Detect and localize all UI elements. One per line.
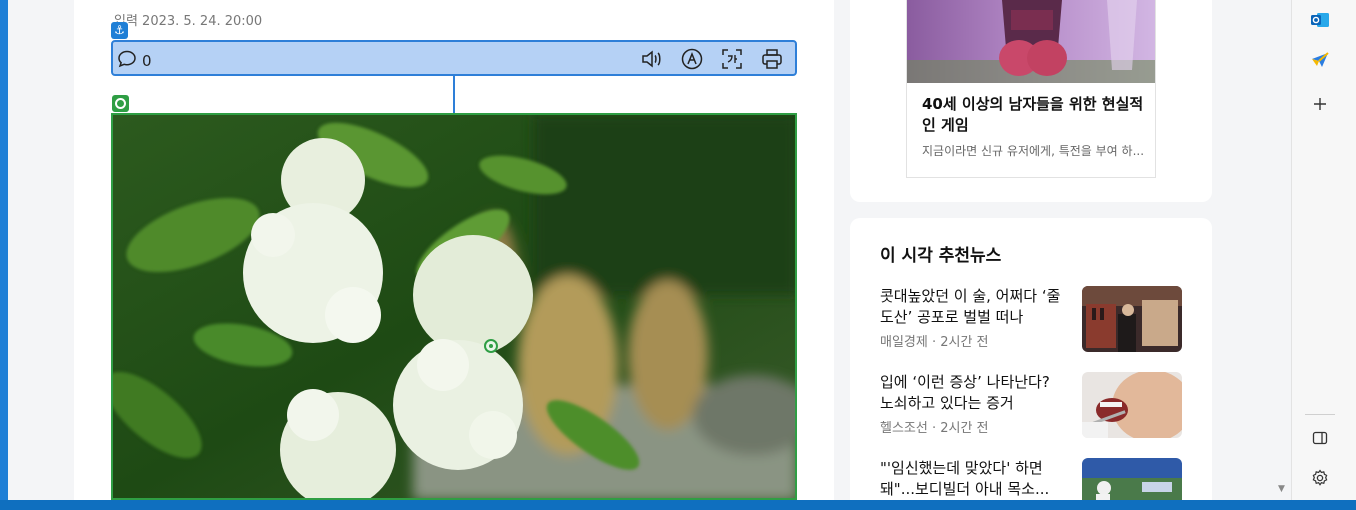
ad-link[interactable]: 40세 이상의 남자들을 위한 현실적인 게임 지금이라면 신규 유저에게, 특… <box>906 0 1156 178</box>
article-column: 입력 2023. 5. 24. 20:00 ⚓ 0 <box>74 0 834 500</box>
sidebar-toggle-icon[interactable] <box>1308 426 1332 450</box>
ad-title: 40세 이상의 남자들을 위한 현실적인 게임 <box>922 95 1144 134</box>
target-icon <box>112 95 129 112</box>
comment-icon <box>117 49 137 73</box>
window-frame-bottom <box>0 500 1356 510</box>
ad-image <box>907 0 1155 83</box>
browser-sidebar <box>1291 0 1356 500</box>
news-thumbnail <box>1082 286 1182 352</box>
news-item[interactable]: 콧대높았던 이 술, 어쩌다 ‘줄도산’ 공포로 벌벌 떠나 매일경제 · 2시… <box>880 286 1182 354</box>
news-thumbnail <box>1082 372 1182 438</box>
news-title: 콧대높았던 이 술, 어쩌다 ‘줄도산’ 공포로 벌벌 떠나 <box>880 287 1061 326</box>
sidebar-divider <box>1305 414 1335 415</box>
window-frame-left <box>0 0 8 510</box>
scroll-down-arrow-icon[interactable]: ▼ <box>1278 484 1285 494</box>
news-heading: 이 시각 추천뉴스 <box>880 246 1002 266</box>
add-icon[interactable] <box>1308 92 1332 116</box>
comment-count: 0 <box>142 52 152 70</box>
outlook-icon[interactable] <box>1308 8 1332 32</box>
font-size-icon[interactable] <box>679 47 705 71</box>
print-icon[interactable] <box>759 47 785 71</box>
news-source: 매일경제 · 2시간 전 <box>880 335 989 350</box>
speaker-icon[interactable] <box>639 47 665 71</box>
ad-description: 지금이라면 신규 유저에게, 특전을 부여 하... <box>922 144 1145 158</box>
ad-card: 40세 이상의 남자들을 위한 현실적인 게임 지금이라면 신규 유저에게, 특… <box>850 0 1212 202</box>
selection-connector <box>453 76 455 114</box>
news-title: 입에 ‘이런 증상’ 나타난다? 노쇠하고 있다는 증거 <box>880 373 1050 412</box>
page-scrollbar[interactable] <box>1276 0 1290 500</box>
recommended-news-card: 이 시각 추천뉴스 콧대높았던 이 술, 어쩌다 ‘줄도산’ 공포로 벌벌 떠나… <box>850 218 1212 510</box>
news-title: "'임신했는데 맞았다' 하면 돼"...보디빌더 아내 목소... <box>880 459 1050 498</box>
browser-window: { "article": { "date_line": "입력 2023. 5.… <box>0 0 1356 510</box>
article-date: 입력 2023. 5. 24. 20:00 <box>114 14 263 29</box>
anchor-icon: ⚓ <box>111 22 128 39</box>
translate-icon[interactable] <box>719 47 745 71</box>
news-item[interactable]: 입에 ‘이런 증상’ 나타난다? 노쇠하고 있다는 증거 헬스조선 · 2시간 … <box>880 372 1182 440</box>
send-icon[interactable] <box>1308 48 1332 72</box>
article-photo[interactable] <box>111 113 797 500</box>
comment-button[interactable]: 0 <box>117 49 152 73</box>
news-source: 헬스조선 · 2시간 전 <box>880 421 989 436</box>
article-toolbar: 0 <box>111 40 797 76</box>
settings-icon[interactable] <box>1308 466 1332 490</box>
photo-center-marker <box>484 339 498 353</box>
